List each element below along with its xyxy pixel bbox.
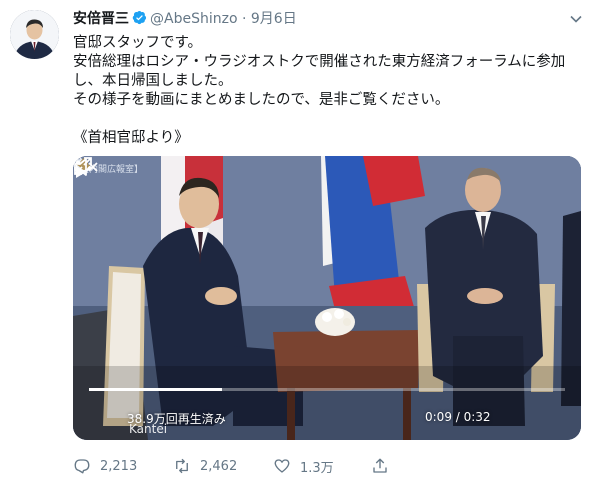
fullscreen-icon[interactable] — [73, 156, 93, 176]
like-count: 1.3万 — [300, 460, 334, 476]
tweet-date[interactable]: 9月6日 — [251, 11, 297, 27]
avatar[interactable] — [10, 10, 59, 59]
tweet-line-3: その様子を動画にまとめましたので、是非ご覧ください。 — [73, 92, 450, 108]
reply-button[interactable]: 2,213 — [73, 456, 137, 476]
like-button[interactable]: 1.3万 — [273, 456, 334, 476]
retweet-icon — [176, 458, 188, 474]
retweet-count: 2,462 — [200, 458, 238, 474]
avatar-image — [10, 10, 59, 59]
video-progress-fill — [89, 388, 223, 391]
heart-icon — [274, 459, 290, 473]
author-name[interactable]: 安倍晋三 — [73, 11, 129, 27]
reply-icon — [74, 459, 90, 474]
separator-dot: · — [241, 11, 247, 27]
tweet-actions: 2,213 2,462 1.3万 — [73, 456, 583, 476]
tweet-source-line: 《首相官邸より》 — [73, 130, 189, 146]
chevron-down-icon[interactable] — [569, 12, 583, 26]
share-icon — [373, 458, 387, 473]
video-time: 0:09 / 0:32 — [425, 410, 491, 424]
tweet-header: 安倍晋三 @AbeShinzo · 9月6日 — [73, 10, 585, 32]
tweet-line-2: 安倍総理はロシア・ウラジオストクで開催された東方経済フォーラムに参加し、本日帰国… — [73, 54, 566, 89]
verified-badge-icon — [132, 10, 147, 25]
tweet-line-1: 官邸スタッフです。 — [73, 35, 203, 51]
video-progress-bar[interactable] — [89, 388, 565, 391]
author-handle[interactable]: @AbeShinzo — [150, 11, 238, 27]
brand-label: Kantei — [129, 422, 168, 436]
tweet-text: 官邸スタッフです。 安倍総理はロシア・ウラジオストクで開催された東方経済フォーラ… — [73, 34, 583, 148]
video-player[interactable]: 【内閣広報室】 38.9万回再生済み Kantei 0:09 / 0:32 — [73, 156, 581, 440]
reply-count: 2,213 — [100, 458, 138, 474]
video-frame-image — [73, 156, 581, 440]
retweet-button[interactable]: 2,462 — [173, 456, 237, 476]
share-button[interactable] — [371, 456, 398, 476]
